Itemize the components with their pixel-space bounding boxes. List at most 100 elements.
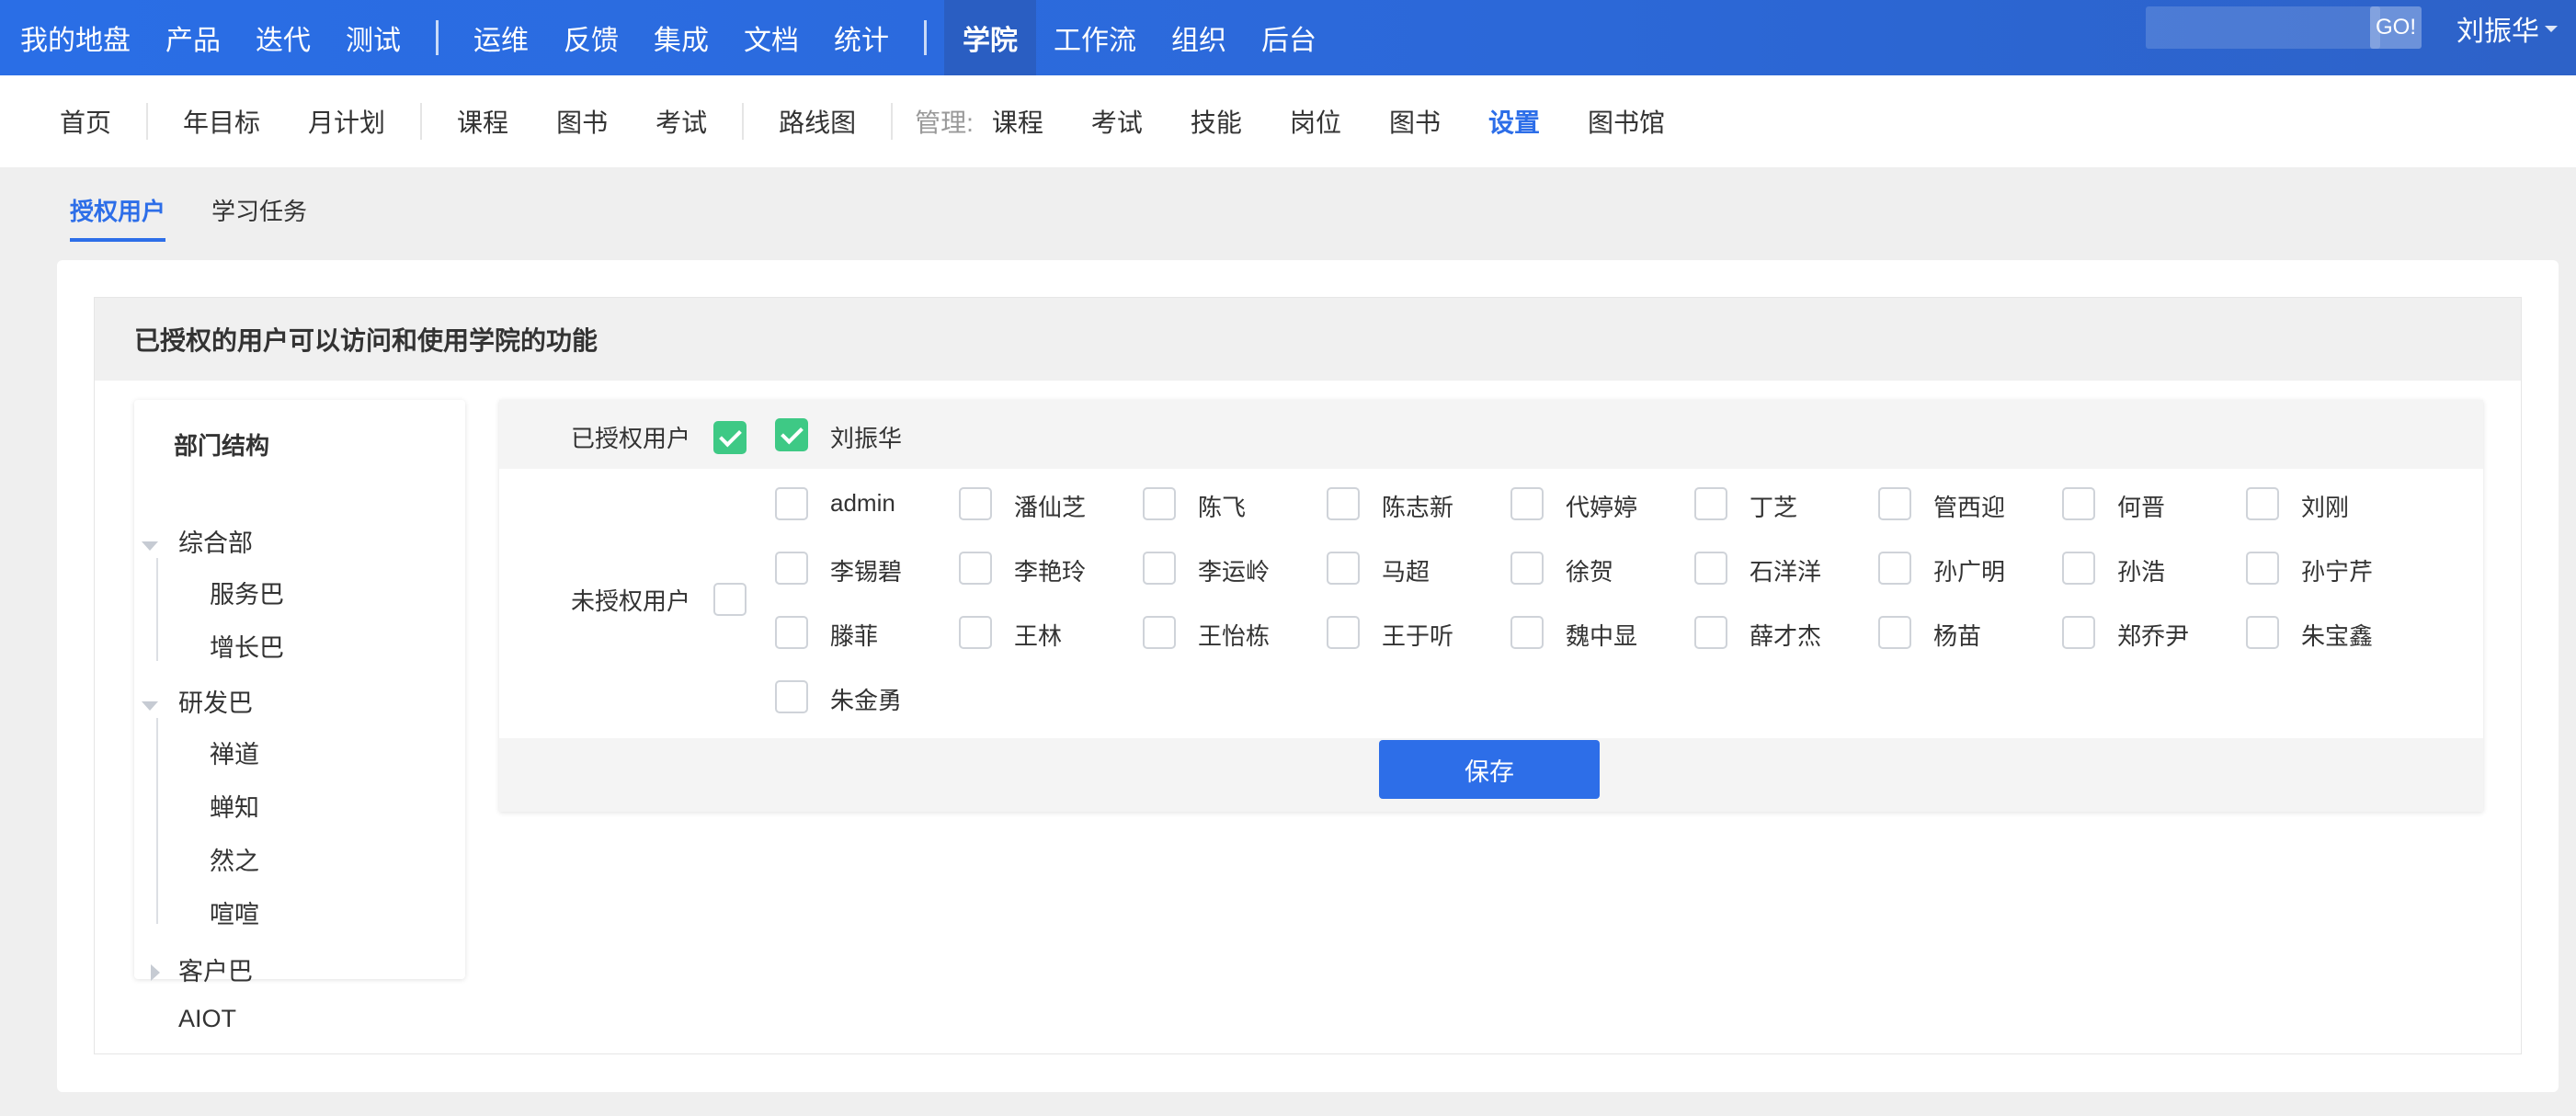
subnav-manage-item-0[interactable]: 课程 <box>983 103 1067 140</box>
unauthorized-user-checkbox[interactable] <box>1327 487 1360 520</box>
unauthorized-user-checkbox[interactable] <box>2246 552 2279 585</box>
nav-item-group1-0[interactable]: 我的地盘 <box>20 0 148 75</box>
nav-item-group2-2[interactable]: 集成 <box>636 0 726 75</box>
search-go-button[interactable]: GO! <box>2370 6 2422 49</box>
unauthorized-user-checkbox[interactable] <box>959 487 992 520</box>
subnav-item-group3-1[interactable]: 图书 <box>532 103 632 140</box>
unauthorized-user-checkbox[interactable] <box>1510 616 1544 649</box>
nav-item-group1-1[interactable]: 产品 <box>148 0 238 75</box>
tree-line <box>156 718 158 924</box>
unauthorized-user-name: 潘仙芝 <box>1014 494 1087 521</box>
nav-item-group3-3[interactable]: 后台 <box>1244 0 1334 75</box>
unauthorized-user-checkbox[interactable] <box>1143 616 1176 649</box>
tab-1[interactable]: 学习任务 <box>211 193 307 242</box>
caret-down-icon <box>2545 25 2558 32</box>
unauthorized-user-name: 石洋洋 <box>1750 558 1822 586</box>
unauthorized-user-checkbox[interactable] <box>1694 487 1727 520</box>
unauthorized-user-checkbox[interactable] <box>1143 487 1176 520</box>
tree-node-0[interactable]: 综合部 <box>178 523 253 559</box>
unauthorized-user-checkbox[interactable] <box>2062 487 2095 520</box>
tree-node-8[interactable]: 客户巴 <box>178 951 253 987</box>
subnav-divider <box>891 103 894 140</box>
unauthorized-user-name: 丁芝 <box>1750 494 1798 521</box>
nav-item-group3-1[interactable]: 工作流 <box>1036 0 1154 75</box>
user-menu[interactable]: 刘振华 <box>2456 0 2558 57</box>
unauthorized-user-name: 魏中显 <box>1566 622 1638 650</box>
nav-item-group1-2[interactable]: 迭代 <box>238 0 328 75</box>
unauthorized-user-checkbox[interactable] <box>1510 552 1544 585</box>
unauthorized-user-checkbox[interactable] <box>1694 616 1727 649</box>
unauthorized-user-checkbox[interactable] <box>1510 487 1544 520</box>
unauthorized-user-checkbox[interactable] <box>2062 616 2095 649</box>
unauthorized-user-checkbox[interactable] <box>1327 552 1360 585</box>
unauthorized-select-all-checkbox[interactable] <box>713 583 747 616</box>
authorization-panel: 已授权的用户可以访问和使用学院的功能 部门结构 综合部 服务巴 增长巴 研发巴 禅道 蝉知… <box>94 297 2522 1054</box>
subnav-manage-item-2[interactable]: 技能 <box>1167 103 1266 140</box>
subnav-divider <box>420 103 423 140</box>
nav-item-group2-3[interactable]: 文档 <box>726 0 816 75</box>
unauthorized-user-name: admin <box>830 489 895 517</box>
nav-item-group3-2[interactable]: 组织 <box>1154 0 1244 75</box>
unauthorized-user-name: 王于听 <box>1382 622 1454 650</box>
tree-node-1[interactable]: 服务巴 <box>210 575 284 610</box>
tree-node-5[interactable]: 蝉知 <box>210 788 259 824</box>
expand-caret-icon[interactable] <box>142 701 158 711</box>
nav-item-group3-0[interactable]: 学院 <box>944 0 1036 75</box>
search-box <box>2146 6 2380 49</box>
tree-node-6[interactable]: 然之 <box>210 841 259 877</box>
unauthorized-user-name: 朱金勇 <box>830 687 903 714</box>
unauthorized-user-checkbox[interactable] <box>959 552 992 585</box>
tree-node-3[interactable]: 研发巴 <box>178 683 253 719</box>
subnav-manage-item-3[interactable]: 岗位 <box>1266 103 1365 140</box>
nav-item-group2-4[interactable]: 统计 <box>816 0 906 75</box>
unauthorized-user-name: 何晋 <box>2117 494 2166 521</box>
search-input[interactable] <box>2146 6 2370 49</box>
unauthorized-user-name: 孙宁芹 <box>2301 558 2374 586</box>
unauthorized-user-name: 管西迎 <box>1933 494 2006 521</box>
unauthorized-user-name: 郑乔尹 <box>2117 622 2190 650</box>
subnav-manage-item-1[interactable]: 考试 <box>1067 103 1167 140</box>
unauthorized-user-checkbox[interactable] <box>2062 552 2095 585</box>
unauthorized-user-checkbox[interactable] <box>775 616 808 649</box>
unauthorized-user-name: 孙浩 <box>2117 558 2166 586</box>
tab-0[interactable]: 授权用户 <box>70 193 166 242</box>
unauthorized-user-checkbox[interactable] <box>2246 616 2279 649</box>
subnav-manage-item-6[interactable]: 图书馆 <box>1564 103 1689 140</box>
nav-item-group1-3[interactable]: 测试 <box>328 0 418 75</box>
subnav-manage-item-5[interactable]: 设置 <box>1465 103 1564 140</box>
tree-node-9[interactable]: AIOT <box>178 1005 236 1033</box>
unauthorized-user-checkbox[interactable] <box>959 616 992 649</box>
collapse-caret-icon[interactable] <box>151 964 160 981</box>
subnav-item-group1-0[interactable]: 首页 <box>60 103 135 140</box>
subnav-manage-item-4[interactable]: 图书 <box>1365 103 1465 140</box>
nav-item-group2-1[interactable]: 反馈 <box>546 0 636 75</box>
save-row: 保存 <box>499 738 2483 812</box>
subnav-item-group3-0[interactable]: 课程 <box>433 103 532 140</box>
unauthorized-user-checkbox[interactable] <box>1143 552 1176 585</box>
subnav-divider <box>146 103 149 140</box>
subnav-item-group2-1[interactable]: 月计划 <box>284 103 409 140</box>
subnav-item-group2-0[interactable]: 年目标 <box>159 103 284 140</box>
subnav-item-group4-0[interactable]: 路线图 <box>755 103 880 140</box>
unauthorized-user-checkbox[interactable] <box>1694 552 1727 585</box>
unauthorized-user-checkbox[interactable] <box>775 552 808 585</box>
unauthorized-user-checkbox[interactable] <box>1878 616 1911 649</box>
unauthorized-user-checkbox[interactable] <box>775 487 808 520</box>
save-button[interactable]: 保存 <box>1379 740 1600 799</box>
authorized-users-row: 已授权用户 刘振华 <box>499 400 2483 469</box>
user-name: 刘振华 <box>2456 17 2539 47</box>
subnav-item-group3-2[interactable]: 考试 <box>632 103 731 140</box>
nav-item-group2-0[interactable]: 运维 <box>456 0 546 75</box>
unauthorized-user-checkbox[interactable] <box>775 680 808 713</box>
content-card: 已授权的用户可以访问和使用学院的功能 部门结构 综合部 服务巴 增长巴 研发巴 禅道 蝉知… <box>57 260 2559 1092</box>
unauthorized-user-checkbox[interactable] <box>1878 487 1911 520</box>
tree-node-7[interactable]: 喧喧 <box>210 894 259 930</box>
unauthorized-user-checkbox[interactable] <box>1878 552 1911 585</box>
unauthorized-user-checkbox[interactable] <box>2246 487 2279 520</box>
expand-caret-icon[interactable] <box>142 541 158 551</box>
authorized-select-all-checkbox[interactable] <box>713 421 747 454</box>
tree-node-2[interactable]: 增长巴 <box>210 628 284 664</box>
authorized-user-checkbox[interactable] <box>775 418 808 451</box>
tree-node-4[interactable]: 禅道 <box>210 735 259 770</box>
unauthorized-user-checkbox[interactable] <box>1327 616 1360 649</box>
